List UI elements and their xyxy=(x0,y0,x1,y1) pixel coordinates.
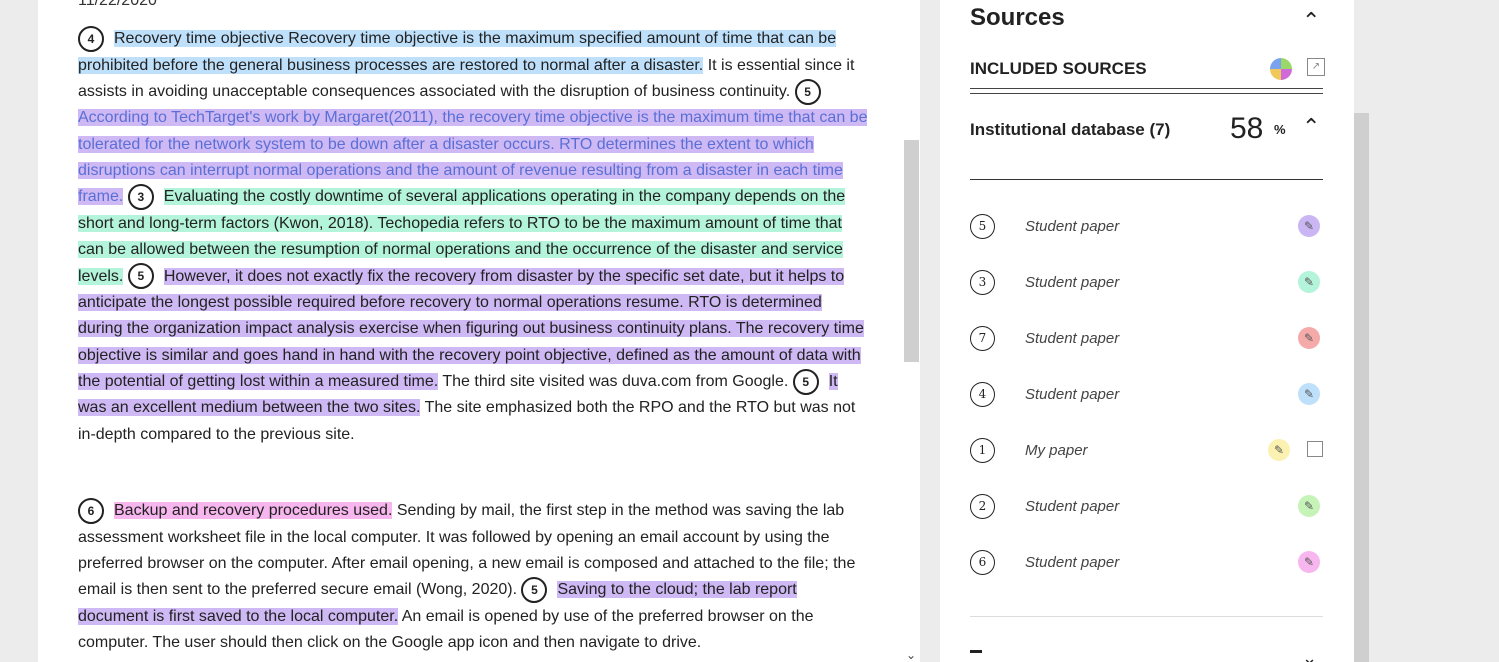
next-section-title[interactable] xyxy=(970,650,982,653)
source-label[interactable]: Student paper xyxy=(1025,498,1119,515)
source-number: 5 xyxy=(970,214,995,239)
document-scrollbar[interactable]: ⌄ xyxy=(904,0,920,662)
highlighter-icon[interactable]: ✎ xyxy=(1298,215,1320,237)
collapse-database-icon[interactable]: ⌃ xyxy=(1302,114,1320,140)
sources-title: Sources xyxy=(970,4,1065,31)
source-label[interactable]: Student paper xyxy=(1025,554,1119,571)
scroll-down-icon[interactable]: ⌄ xyxy=(906,648,916,662)
included-sources-label: INCLUDED SOURCES xyxy=(970,59,1147,78)
source-row[interactable]: 3 Student paper ✎ xyxy=(970,269,1323,299)
highlight-source-6[interactable]: Backup and recovery procedures used. xyxy=(114,502,393,520)
highlighter-icon[interactable]: ✎ xyxy=(1298,383,1320,405)
source-row[interactable]: 4 Student paper ✎ xyxy=(970,381,1323,411)
source-number: 3 xyxy=(970,270,995,295)
divider xyxy=(970,616,1323,617)
source-row[interactable]: 7 Student paper ✎ xyxy=(970,325,1323,355)
source-label[interactable]: Student paper xyxy=(1025,218,1119,235)
highlight-source-5[interactable]: However, it does not exactly fix the rec… xyxy=(78,267,864,391)
match-marker[interactable]: 5 xyxy=(792,368,819,395)
source-label[interactable]: Student paper xyxy=(1025,386,1119,403)
match-percentage: 58 xyxy=(1230,112,1264,145)
divider xyxy=(970,88,1323,94)
match-marker[interactable]: 6 xyxy=(78,498,104,524)
plain-text: The third site visited was duva.com from… xyxy=(438,373,793,391)
source-label[interactable]: Student paper xyxy=(1025,330,1119,347)
source-label[interactable]: Student paper xyxy=(1025,274,1119,291)
match-marker[interactable]: 5 xyxy=(127,263,154,290)
source-number: 6 xyxy=(970,550,995,575)
all-sources-highlight-icon[interactable] xyxy=(1270,58,1292,80)
highlighter-icon[interactable]: ✎ xyxy=(1298,551,1320,573)
document-date: 11/22/2020 xyxy=(78,0,157,9)
source-number: 4 xyxy=(970,382,995,407)
match-marker[interactable]: 4 xyxy=(78,26,104,52)
percent-symbol: % xyxy=(1274,122,1286,137)
scrollbar-thumb[interactable] xyxy=(904,140,919,362)
collapse-sources-icon[interactable]: ⌃ xyxy=(1302,8,1320,34)
highlighter-icon[interactable]: ✎ xyxy=(1298,271,1320,293)
source-label[interactable]: My paper xyxy=(1025,442,1088,459)
expand-section-icon[interactable]: ⌄ xyxy=(1302,648,1317,662)
highlighter-icon[interactable]: ✎ xyxy=(1298,327,1320,349)
document-panel: 11/22/2020 4 Recovery time objective Reco… xyxy=(38,0,904,662)
source-row[interactable]: 5 Student paper ✎ xyxy=(970,213,1323,243)
highlighter-icon[interactable]: ✎ xyxy=(1298,495,1320,517)
match-marker[interactable]: 5 xyxy=(521,577,548,604)
source-row[interactable]: 2 Student paper ✎ xyxy=(970,493,1323,523)
paragraph-backup: 6 Backup and recovery procedures used. Se… xyxy=(78,498,868,656)
source-row[interactable]: 6 Student paper ✎ xyxy=(970,549,1323,579)
match-marker[interactable]: 5 xyxy=(794,78,821,105)
sources-scrollbar[interactable] xyxy=(1354,113,1369,662)
sources-panel: Sources ⌃ INCLUDED SOURCES ↗ Institution… xyxy=(940,0,1354,662)
paragraph-rto: 4 Recovery time objective Recovery time o… xyxy=(78,26,868,448)
source-number: 1 xyxy=(970,438,995,463)
divider xyxy=(970,179,1323,180)
highlighter-icon[interactable]: ✎ xyxy=(1268,439,1290,461)
open-external-icon[interactable]: ↗ xyxy=(1307,58,1325,76)
match-marker[interactable]: 3 xyxy=(127,184,154,211)
institutional-database-title[interactable]: Institutional database (7) xyxy=(970,119,1190,140)
open-external-icon[interactable] xyxy=(1307,441,1323,457)
source-number: 7 xyxy=(970,326,995,351)
source-number: 2 xyxy=(970,494,995,519)
source-row[interactable]: 1 My paper ✎ xyxy=(970,437,1323,467)
